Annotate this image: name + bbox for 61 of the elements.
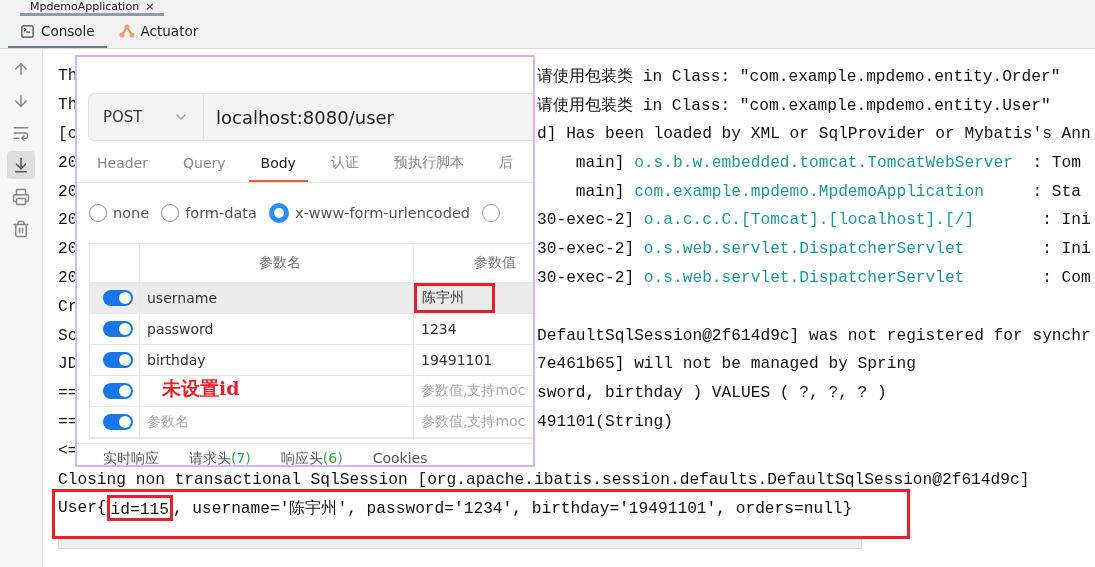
console-text: 请使用包装类 in Class: "com.example.mpdemo.entity.User" xyxy=(537,96,1051,117)
console-text: sword, birthday ) VALUES ( ?, ?, ? ) xyxy=(537,384,887,403)
response-tab[interactable]: Cookies xyxy=(372,450,428,465)
scroll-to-end-icon xyxy=(12,156,30,174)
console-text: main] o.s.b.w.embedded.tomcat.TomcatWebServer : Tom xyxy=(574,153,1081,172)
method-select[interactable]: POST xyxy=(89,94,204,140)
param-value-field[interactable]: 19491101 xyxy=(414,345,533,375)
response-tab[interactable]: 请求头(7) xyxy=(189,450,251,465)
tab[interactable]: 认证 xyxy=(318,145,371,182)
console-text: 491101(String) xyxy=(537,412,673,431)
down-arrow-icon xyxy=(12,92,30,110)
param-name-field[interactable]: username xyxy=(140,283,414,313)
console-text: Cr xyxy=(58,297,78,316)
console-text: 请使用包装类 in Class: "com.example.mpdemo.entity.Order" xyxy=(537,67,1061,88)
console-text: , username='陈宇州', password='1234', birthday='19491101', orders=null} xyxy=(172,498,853,520)
tab[interactable]: 预执行脚本 xyxy=(381,145,476,182)
console-text: 30-exec-2] o.a.c.c.C.[Tomcat].[localhost].[/] : Ini xyxy=(537,211,1091,230)
param-name-field[interactable]: password xyxy=(140,314,414,344)
param-value-field[interactable]: 1234 xyxy=(414,314,533,344)
toggle-switch[interactable] xyxy=(103,414,133,430)
response-tab[interactable]: 实时响应 xyxy=(103,450,159,465)
print-icon xyxy=(12,188,30,206)
console-text: 30-exec-2] o.s.web.servlet.DispatcherServlet : Com xyxy=(537,268,1091,287)
tab[interactable]: Query xyxy=(171,145,238,182)
toolbar-button[interactable] xyxy=(7,151,35,179)
tab[interactable]: Header xyxy=(85,145,160,182)
wrap-lines-icon xyxy=(12,124,30,142)
console-text: 30-exec-2] o.s.web.servlet.DispatcherServlet : Ini xyxy=(537,240,1091,259)
param-value-field[interactable]: 陈宇州 xyxy=(414,283,533,313)
response-tab[interactable]: 响应头(6) xyxy=(280,450,343,465)
tab[interactable]: Body xyxy=(248,145,308,182)
console-text: d] Has been loaded by XML or SqlProvider or Mybatis's Ann xyxy=(537,125,1091,143)
radio-button[interactable] xyxy=(482,204,501,222)
console-text: User{ xyxy=(58,499,107,518)
radio-label[interactable]: x-www-form-urlencoded xyxy=(294,205,471,221)
toggle-switch[interactable] xyxy=(103,383,133,399)
console-text: DefaultSqlSession@2f614d9c] was not registered for synchr xyxy=(537,326,1091,345)
column-header: 参数名 xyxy=(140,244,414,282)
highlighted-text: 陈宇州 xyxy=(414,283,495,313)
console-text: 7e461b65] will not be managed by Spring xyxy=(537,355,916,374)
column-header: 参数值 xyxy=(414,244,533,282)
radio-button[interactable] xyxy=(89,204,107,222)
console-text: Closing non transactional SqlSession [org.apache.ibatis.session.defaults.DefaultSqlSession@2f614d9c] xyxy=(58,470,1030,489)
url-field[interactable]: localhost:8080/user xyxy=(204,106,394,128)
radio-button[interactable] xyxy=(161,204,180,222)
trash-icon xyxy=(12,220,30,238)
toggle-switch[interactable] xyxy=(103,352,133,368)
param-name-field[interactable]: birthday xyxy=(140,345,414,375)
highlighted-text: id=115 xyxy=(106,495,173,522)
close-icon[interactable]: × xyxy=(145,0,155,12)
radio-button[interactable] xyxy=(268,203,289,223)
annotation-text: 未设置id xyxy=(162,377,240,399)
toggle-switch[interactable] xyxy=(103,290,133,306)
toggle-switch[interactable] xyxy=(103,321,133,337)
console-text: main] com.example.mpdemo.MpdemoApplication : Sta xyxy=(574,182,1082,201)
radio-label[interactable]: none xyxy=(113,205,150,221)
nodes-icon xyxy=(118,23,135,39)
tab[interactable]: 后 xyxy=(486,145,525,182)
radio-label[interactable]: form-data xyxy=(185,205,257,221)
terminal-icon xyxy=(20,23,35,39)
tool-tab[interactable]: Actuator xyxy=(106,16,211,48)
